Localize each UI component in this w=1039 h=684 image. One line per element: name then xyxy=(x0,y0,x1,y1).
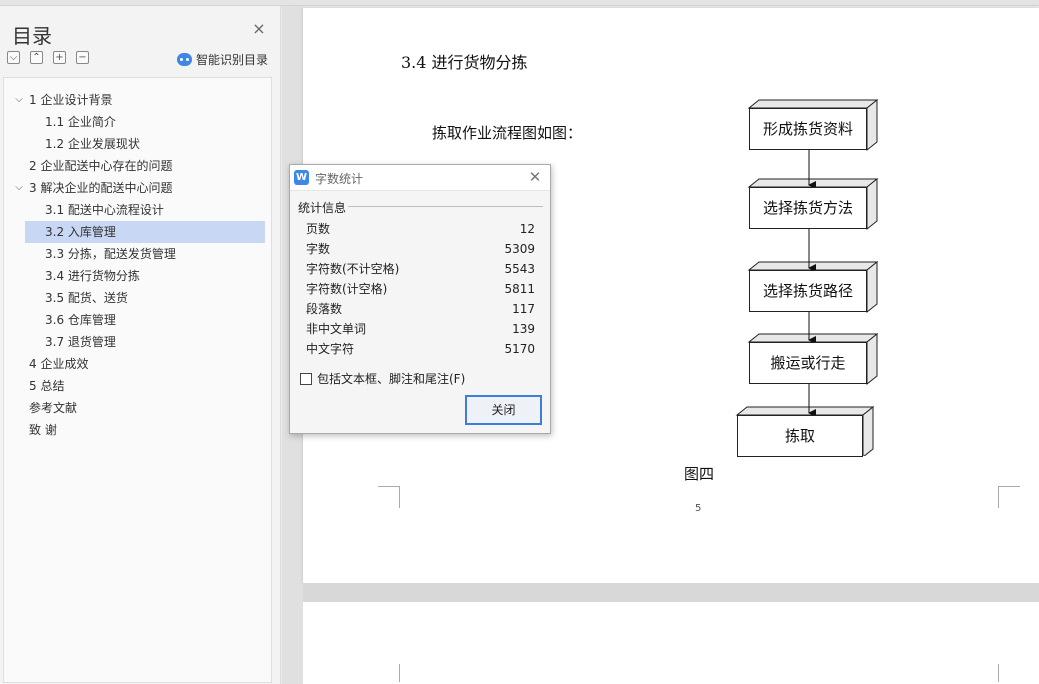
checkbox-label: 包括文本框、脚注和尾注(F) xyxy=(317,372,466,386)
stat-row: 页数 12 xyxy=(306,219,535,239)
smart-toc-button[interactable]: 智能识别目录 xyxy=(177,50,268,68)
stat-label: 非中文单词 xyxy=(306,322,367,336)
toc-item-label: 1 企业设计背景 xyxy=(29,93,113,107)
toc-item-label: 3.4 进行货物分拣 xyxy=(45,269,140,283)
stat-label: 字数 xyxy=(306,242,331,256)
checkbox-box[interactable] xyxy=(300,372,312,385)
divider xyxy=(348,206,543,207)
toc-item[interactable]: 致 谢 xyxy=(29,419,57,441)
wps-logo-icon: W xyxy=(294,170,309,185)
next-page xyxy=(303,602,1039,684)
page-separator xyxy=(303,583,1039,602)
toc-item[interactable]: 3.7 退货管理 xyxy=(45,331,116,353)
stat-row: 字数 5309 xyxy=(306,239,535,259)
close-button[interactable]: 关闭 xyxy=(465,395,542,425)
add-heading-button[interactable]: + xyxy=(53,51,66,64)
stat-label: 中文字符 xyxy=(306,342,355,356)
word-count-dialog: W 字数统计 ✕ 统计信息 页数 12 字数 5309 字符数(不计空格) 5543 字符数… xyxy=(289,164,551,434)
stat-label: 字符数(不计空格) xyxy=(306,262,400,276)
toc-item[interactable]: 5 总结 xyxy=(29,375,64,397)
toc-item-label: 3.6 仓库管理 xyxy=(45,313,116,327)
toc-item[interactable]: 1.2 企业发展现状 xyxy=(45,133,140,155)
stat-value: 12 xyxy=(519,222,535,236)
close-icon[interactable]: ✕ xyxy=(527,168,543,186)
body-text: 拣取作业流程图如图： xyxy=(432,124,583,142)
stat-value: 5811 xyxy=(504,282,535,296)
toc-item-label: 5 总结 xyxy=(29,379,65,393)
toc-item[interactable]: 1.1 企业简介 xyxy=(45,111,116,133)
toc-item-label: 3.3 分拣，配送发货管理 xyxy=(45,247,176,261)
margin-corner xyxy=(998,486,1020,508)
page-number: 5 xyxy=(695,503,702,514)
robot-icon xyxy=(177,52,192,66)
stat-value: 5170 xyxy=(504,342,535,356)
chevron-down-icon[interactable]: ⌵ xyxy=(13,177,25,199)
toc-item-label: 2 企业配送中心存在的问题 xyxy=(29,159,173,173)
toc-item[interactable]: ⌵ 1 企业设计背景 xyxy=(15,89,113,111)
stat-row: 字符数(不计空格) 5543 xyxy=(306,259,535,279)
toc-item[interactable]: ⌵ 3 解决企业的配送中心问题 xyxy=(15,177,173,199)
toc-item[interactable]: 3.1 配送中心流程设计 xyxy=(45,199,164,221)
toc-item[interactable]: 4 企业成效 xyxy=(29,353,88,375)
expand-all-button[interactable]: ⌃ xyxy=(30,51,43,64)
stat-row: 段落数 117 xyxy=(306,299,535,319)
toc-item[interactable]: 3.6 仓库管理 xyxy=(45,309,116,331)
toc-item-label: 3 解决企业的配送中心问题 xyxy=(29,181,173,195)
stats-group-label: 统计信息 xyxy=(298,201,347,215)
stat-label: 字符数(计空格) xyxy=(306,282,388,296)
stat-row: 非中文单词 139 xyxy=(306,319,535,339)
toc-item-label: 3.1 配送中心流程设计 xyxy=(45,203,164,217)
toc-title: 目录 xyxy=(12,24,52,48)
toc-item[interactable]: 2 企业配送中心存在的问题 xyxy=(29,155,172,177)
remove-heading-button[interactable]: − xyxy=(76,51,89,64)
toc-item[interactable]: 3.3 分拣，配送发货管理 xyxy=(45,243,176,265)
toc-item-label: 参考文献 xyxy=(29,401,78,415)
flow-chart: 形成拣货资料 选择拣货方法 选择拣货路径 搬运或行走 拣取 xyxy=(733,96,883,457)
stat-value: 139 xyxy=(512,322,535,336)
toc-item[interactable]: 3.4 进行货物分拣 xyxy=(45,265,140,287)
toc-toolbar: ⌵ ⌃ + − xyxy=(7,51,89,67)
toc-item-label: 3.2 入库管理 xyxy=(45,225,116,239)
dialog-title: 字数统计 xyxy=(315,172,364,186)
toc-item[interactable]: 3.2 入库管理 xyxy=(25,221,265,243)
toc-pane: 目录 × ⌵ ⌃ + − 智能识别目录 ⌵ 1 企业设计背景 1.1 企业简介 1.2… xyxy=(0,6,281,684)
include-textbox-checkbox[interactable]: 包括文本框、脚注和尾注(F) xyxy=(300,370,465,387)
toc-item[interactable]: 参考文献 xyxy=(29,397,77,419)
toc-item-label: 1.2 企业发展现状 xyxy=(45,137,140,151)
toc-item-label: 1.1 企业简介 xyxy=(45,115,116,129)
margin-corner xyxy=(378,486,400,508)
collapse-all-button[interactable]: ⌵ xyxy=(7,51,20,64)
margin-corner xyxy=(378,664,400,682)
stat-value: 5309 xyxy=(504,242,535,256)
margin-corner xyxy=(998,664,1020,682)
toc-item-label: 3.5 配货、送货 xyxy=(45,291,128,305)
stat-value: 117 xyxy=(512,302,535,316)
flow-step: 选择拣货路径 xyxy=(749,270,867,312)
stat-label: 段落数 xyxy=(306,302,343,316)
flow-step: 搬运或行走 xyxy=(749,342,867,384)
toc-item-label: 4 企业成效 xyxy=(29,357,89,371)
chevron-down-icon[interactable]: ⌵ xyxy=(13,89,25,111)
stat-label: 页数 xyxy=(306,222,331,236)
stat-value: 5543 xyxy=(504,262,535,276)
section-heading: 3.4 进行货物分拣 xyxy=(401,53,528,72)
toc-item[interactable]: 3.5 配货、送货 xyxy=(45,287,128,309)
toc-list: ⌵ 1 企业设计背景 1.1 企业简介 1.2 企业发展现状 2 企业配送中心存在的问题… xyxy=(3,77,272,683)
stat-row: 字符数(计空格) 5811 xyxy=(306,279,535,299)
flow-step: 形成拣货资料 xyxy=(749,108,867,150)
smart-toc-label: 智能识别目录 xyxy=(196,52,269,67)
dialog-titlebar[interactable]: W 字数统计 ✕ xyxy=(290,165,550,191)
figure-caption: 图四 xyxy=(684,465,715,483)
toc-item-label: 3.7 退货管理 xyxy=(45,335,116,349)
toc-item-label: 致 谢 xyxy=(29,423,57,437)
close-icon[interactable]: × xyxy=(251,21,267,37)
flow-step: 选择拣货方法 xyxy=(749,187,867,229)
stat-row: 中文字符 5170 xyxy=(306,339,535,359)
flow-step: 拣取 xyxy=(737,415,863,457)
